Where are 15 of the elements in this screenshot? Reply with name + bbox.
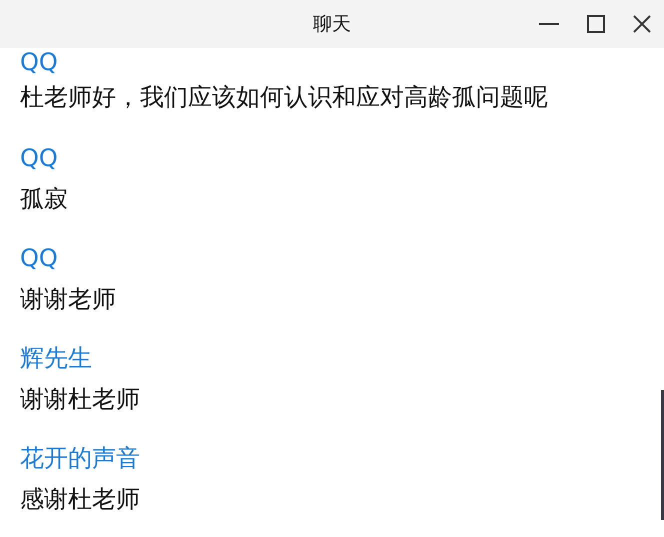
window-title: 聊天 [313,12,351,37]
sender-name: 辉先生 [20,343,92,374]
message-text: 孤寂 [20,184,68,215]
scrollbar-thumb[interactable] [661,390,664,520]
message-text: 杜老师好，我们应该如何认识和应对高龄孤问题呢 [20,82,548,113]
sender-name: QQ [20,48,58,76]
minimize-icon [538,23,560,25]
sender-name: QQ [20,143,58,174]
message-text: 谢谢老师 [20,284,116,315]
sender-name: 花开的声音 [20,443,140,474]
message-text: 感谢杜老师 [20,484,140,515]
message-text: 谢谢杜老师 [20,384,140,415]
maximize-icon [586,14,606,34]
sender-name: QQ [20,243,58,274]
close-icon [632,14,652,34]
